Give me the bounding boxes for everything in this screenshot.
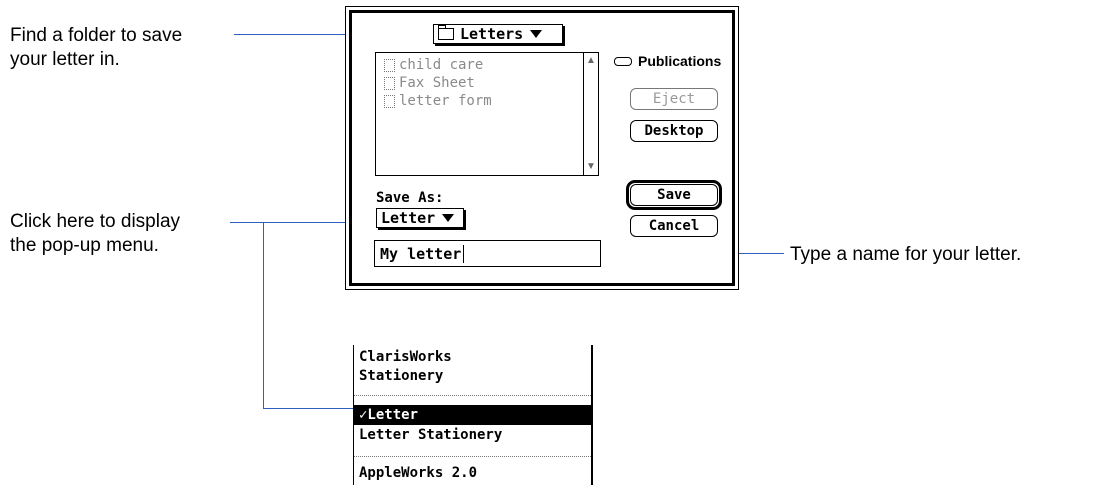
disk-name: Publications — [638, 53, 722, 69]
save-button[interactable]: Save — [630, 184, 718, 206]
menu-separator — [354, 395, 591, 396]
file-name-value: My letter — [380, 244, 462, 263]
popup-callout-vertical — [263, 222, 264, 409]
name-annotation: Type a name for your letter. — [790, 244, 1022, 265]
scroll-up-arrow-icon[interactable]: ▲ — [585, 55, 597, 67]
list-item[interactable]: Fax Sheet — [384, 75, 475, 91]
scroll-down-arrow-icon[interactable]: ▼ — [585, 161, 597, 173]
folder-popup-label: Letters — [460, 25, 524, 43]
menu-item-letter-stationery[interactable]: Letter Stationery — [354, 425, 591, 445]
document-icon — [384, 58, 395, 72]
file-name: Fax Sheet — [399, 75, 475, 91]
menu-callout-line — [263, 408, 353, 409]
menu-item-appleworks[interactable]: AppleWorks 2.0 — [354, 463, 591, 483]
chevron-down-icon — [442, 214, 455, 222]
format-popup[interactable]: Letter — [376, 208, 464, 228]
disk-icon — [614, 56, 632, 66]
file-list[interactable]: child care Fax Sheet letter form ▲ ▼ — [375, 52, 599, 176]
file-name: letter form — [399, 93, 492, 109]
list-item[interactable]: letter form — [384, 93, 492, 109]
popup-annotation-line2: the pop-up menu. — [10, 235, 159, 256]
folder-annotation-line2: your letter in. — [10, 49, 120, 70]
document-icon — [384, 94, 395, 108]
popup-annotation: Click here to display the pop-up menu. — [10, 210, 180, 258]
menu-item-clarisworks[interactable]: ClarisWorks — [354, 347, 591, 367]
folder-popup[interactable]: Letters — [433, 24, 563, 44]
cancel-button[interactable]: Cancel — [630, 215, 718, 237]
menu-separator — [354, 456, 591, 457]
folder-annotation: Find a folder to save your letter in. — [10, 24, 182, 72]
file-name-input[interactable]: My letter — [374, 240, 601, 267]
menu-item-letter[interactable]: ✓Letter — [354, 405, 591, 425]
format-popup-menu: ClarisWorks Stationery ✓Letter Letter St… — [353, 345, 593, 485]
menu-item-stationery[interactable]: Stationery — [354, 366, 591, 386]
document-icon — [384, 76, 395, 90]
popup-annotation-line1: Click here to display — [10, 211, 181, 232]
folder-annotation-line1: Find a folder to save — [10, 25, 183, 46]
text-caret — [463, 244, 465, 263]
list-item[interactable]: child care — [384, 57, 483, 73]
desktop-button[interactable]: Desktop — [630, 120, 718, 142]
chevron-down-icon — [530, 30, 543, 38]
save-as-label: Save As: — [376, 190, 444, 206]
vertical-scrollbar[interactable]: ▲ ▼ — [583, 53, 598, 175]
disk-label: Publications — [614, 53, 721, 69]
folder-icon — [438, 25, 454, 40]
eject-button[interactable]: Eject — [630, 88, 718, 110]
file-name: child care — [399, 57, 484, 73]
format-popup-label: Letter — [381, 209, 436, 227]
